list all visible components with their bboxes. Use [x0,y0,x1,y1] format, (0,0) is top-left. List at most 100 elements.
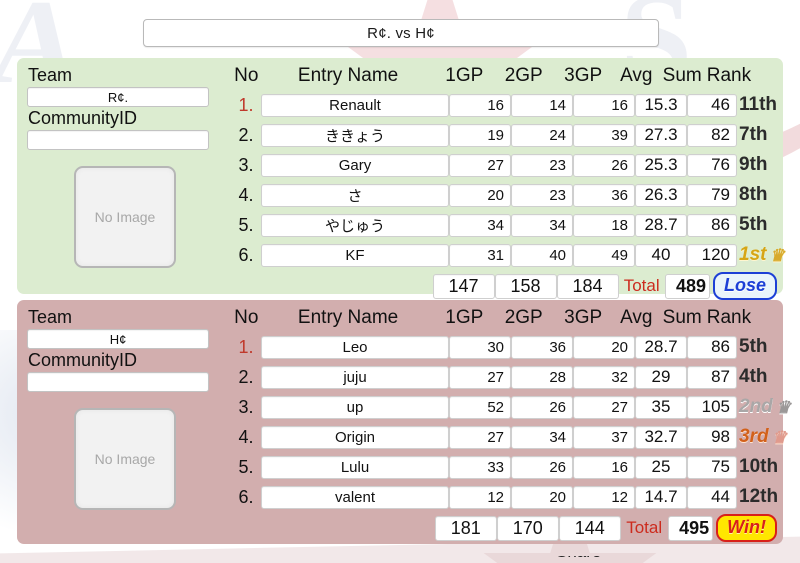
total-gp2-value: 170 [496,515,559,541]
table-row: 1. Renault 16 14 16 15.3 46 11th [229,90,777,120]
total-gp3-cell: 144 [558,515,621,541]
gp2-cell: 23 [511,183,573,207]
gp3-input[interactable]: 18 [573,213,635,237]
entry-name-input[interactable]: やじゅう [261,213,449,237]
team-label: Team [28,65,73,85]
gp2-input[interactable]: 14 [511,93,573,117]
gp2-input[interactable]: 34 [511,425,573,449]
sum-cell: 46 [687,93,737,117]
gp1-input[interactable]: 20 [449,183,511,207]
gp2-input[interactable]: 24 [511,123,573,147]
gp3-input[interactable]: 20 [573,335,635,359]
entry-name-input[interactable]: Renault [261,93,449,117]
gp1-input[interactable]: 12 [449,485,511,509]
gp3-input[interactable]: 16 [573,455,635,479]
rank-cell: 2nd ♛ [737,396,791,418]
gp1-cell: 12 [449,485,511,509]
total-gp2-cell: 170 [496,515,559,541]
gp3-cell: 12 [573,485,635,509]
gp1-input[interactable]: 19 [449,123,511,147]
gp1-cell: 16 [449,93,511,117]
gp2-input[interactable]: 26 [511,395,573,419]
community-id-label: CommunityID [28,108,138,128]
column-header-rank: Rank [706,65,752,86]
column-header-2gp: 2GP [504,307,543,328]
gp3-input[interactable]: 36 [573,183,635,207]
gp2-cell: 40 [511,243,573,267]
avg-value: 15.3 [635,93,687,117]
row-number-cell: 5. [229,457,261,478]
results-table-team-a: No Entry Name 1GP 2GP 3GP Avg Sum Rank 1. Renault… [229,62,785,302]
gp1-input[interactable]: 34 [449,213,511,237]
rank-value: 4th [739,366,768,387]
row-number-cell: 4. [229,427,261,448]
entry-name-input[interactable]: up [261,395,449,419]
table-row: 4. Origin 27 34 37 32.7 98 3rd ♛ [229,422,787,452]
gp3-input[interactable]: 37 [573,425,635,449]
column-header-avg: Avg [620,65,653,86]
gp1-input[interactable]: 16 [449,93,511,117]
gp3-input[interactable]: 32 [573,365,635,389]
gp1-input[interactable]: 27 [449,425,511,449]
entry-name-cell: Origin [261,425,449,449]
gp3-input[interactable]: 39 [573,123,635,147]
gp1-input[interactable]: 33 [449,455,511,479]
row-number: 1. [238,336,254,357]
sum-value: 105 [687,395,737,419]
avg-cell: 32.7 [635,425,687,449]
column-header-no: No [234,65,259,86]
match-title-field[interactable]: R¢. vs H¢ [143,19,659,47]
entry-name-input[interactable]: Leo [261,335,449,359]
gp1-input[interactable]: 27 [449,153,511,177]
entry-name-input[interactable]: KF [261,243,449,267]
entry-name-input[interactable]: Gary [261,153,449,177]
team-logo-placeholder[interactable]: No Image [74,408,176,510]
gp3-input[interactable]: 12 [573,485,635,509]
gp2-input[interactable]: 36 [511,335,573,359]
community-id-label: CommunityID [28,350,138,370]
gp3-input[interactable]: 16 [573,93,635,117]
avg-cell: 29 [635,365,687,389]
gp2-input[interactable]: 23 [511,183,573,207]
rank-cell: 9th [737,154,777,176]
community-id-input[interactable] [27,130,209,150]
gp3-input[interactable]: 49 [573,243,635,267]
avg-value: 29 [635,365,687,389]
entry-name-input[interactable]: valent [261,485,449,509]
gp3-input[interactable]: 27 [573,395,635,419]
gp1-input[interactable]: 52 [449,395,511,419]
gp2-input[interactable]: 34 [511,213,573,237]
gp2-input[interactable]: 28 [511,365,573,389]
gp2-input[interactable]: 20 [511,485,573,509]
crown-icon: ♛ [769,245,785,265]
rank-value: 5th [739,336,768,357]
gp2-input[interactable]: 40 [511,243,573,267]
entry-name-input[interactable]: juju [261,365,449,389]
gp3-input[interactable]: 26 [573,153,635,177]
team-label: Team [28,307,73,327]
community-id-input[interactable] [27,372,209,392]
gp2-input[interactable]: 23 [511,153,573,177]
team-name-input[interactable]: R¢. [27,87,209,107]
entry-name-input[interactable]: Origin [261,425,449,449]
total-gp3-value: 144 [558,515,621,541]
gp1-input[interactable]: 31 [449,243,511,267]
column-header-2gp: 2GP [504,65,543,86]
entry-name-cell: valent [261,485,449,509]
gp2-input[interactable]: 26 [511,455,573,479]
team-name-input[interactable]: H¢ [27,329,209,349]
gp1-cell: 27 [449,425,511,449]
gp3-cell: 18 [573,213,635,237]
row-number-cell: 5. [229,215,261,236]
rank-cell: 7th [737,124,777,146]
sum-cell: 79 [687,183,737,207]
team-logo-placeholder[interactable]: No Image [74,166,176,268]
avg-value: 25.3 [635,153,687,177]
entry-name-input[interactable]: Lulu [261,455,449,479]
gp1-input[interactable]: 27 [449,365,511,389]
gp1-input[interactable]: 30 [449,335,511,359]
entry-name-input[interactable]: ききょう [261,123,449,147]
entry-name-input[interactable]: さ [261,183,449,207]
team-panel-a: Team R¢. CommunityID No Image No Entry Name 1G… [17,58,785,300]
row-number: 4. [238,184,254,205]
